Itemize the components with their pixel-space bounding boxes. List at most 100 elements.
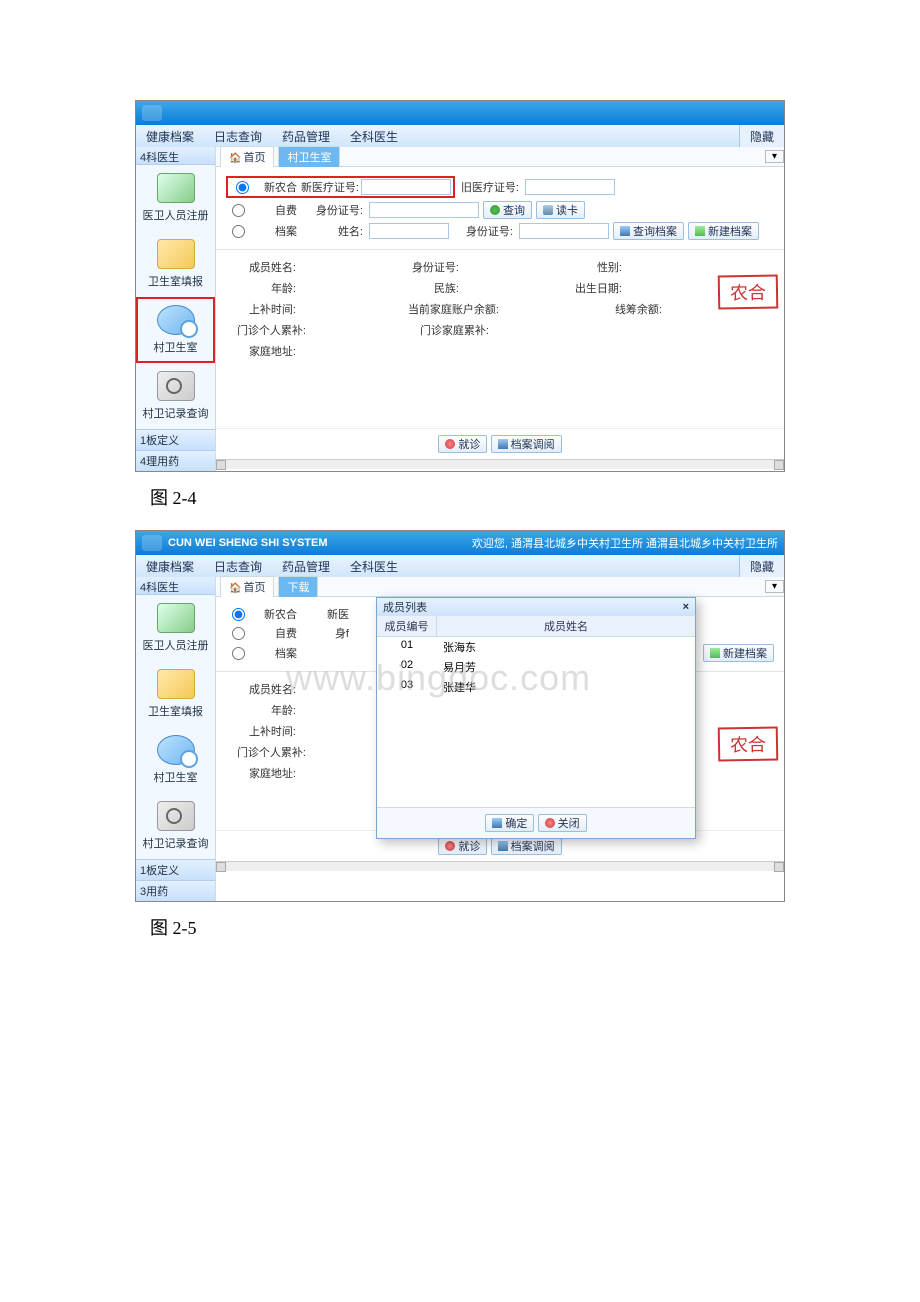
screenshot-figure-2-5: CUN WEI SHENG SHI SYSTEM 欢迎您, 通渭县北城乡中关村卫…: [135, 530, 785, 902]
doc-search-icon: [620, 226, 630, 236]
query-button[interactable]: 查询: [483, 201, 532, 219]
radio-xinnonghe[interactable]: [236, 181, 249, 194]
member-row[interactable]: 01张海东: [377, 637, 695, 657]
hide-button[interactable]: 隐藏: [739, 125, 784, 147]
dialog-title: 成员列表: [383, 599, 427, 615]
footer-buttons: 就诊 档案调阅: [216, 428, 784, 459]
sidebar-item-label: 医卫人员注册: [138, 207, 213, 223]
sidebar-item-village-clinic[interactable]: 村卫生室: [136, 727, 215, 793]
new-archive-button[interactable]: 新建档案: [703, 644, 774, 662]
search-form: 新农合 新医疗证号: 旧医疗证号: 自费 身份证号: 查询 读卡: [216, 167, 784, 249]
horizontal-scrollbar[interactable]: [216, 459, 784, 469]
sidebar-item-report[interactable]: 卫生室填报: [136, 231, 215, 297]
scroll-right-icon[interactable]: [774, 862, 784, 872]
sidebar: 4科医生 医卫人员注册 卫生室填报 村卫生室 村卫记录查询 1板定义 4理用药: [136, 147, 216, 471]
label-new-medical-no: 新医疗证号:: [299, 179, 359, 195]
dialog-close-button[interactable]: 关闭: [538, 814, 587, 832]
sidebar-bottom-1[interactable]: 1板定义: [136, 859, 215, 880]
sidebar-bottom-2[interactable]: 3用药: [136, 880, 215, 901]
menu-drug-manage[interactable]: 药品管理: [272, 128, 340, 145]
menu-drug-manage[interactable]: 药品管理: [272, 558, 340, 575]
menu-log-query[interactable]: 日志查询: [204, 558, 272, 575]
input-id-no-2[interactable]: [519, 223, 609, 239]
hide-button[interactable]: 隐藏: [739, 555, 784, 577]
sidebar-item-record-query[interactable]: 村卫记录查询: [136, 363, 215, 429]
tab-dropdown[interactable]: ▾: [765, 580, 784, 593]
sidebar-item-label: 医卫人员注册: [138, 637, 213, 653]
sidebar-item-label: 村卫记录查询: [138, 405, 213, 421]
member-row[interactable]: 02易月芳: [377, 657, 695, 677]
menu-log-query[interactable]: 日志查询: [204, 128, 272, 145]
radio-archive-label: 档案: [251, 645, 297, 661]
app-logo-icon: [142, 535, 162, 551]
menu-general-doctor[interactable]: 全科医生: [340, 128, 408, 145]
radio-archive[interactable]: [232, 225, 245, 238]
input-new-medical-no[interactable]: [361, 179, 451, 195]
input-id-no[interactable]: [369, 202, 479, 218]
tab-village-clinic[interactable]: 村卫生室: [278, 146, 340, 167]
label-id-no-2: 身份证号:: [453, 223, 513, 239]
doc-icon: [498, 439, 508, 449]
horizontal-scrollbar[interactable]: [216, 861, 784, 871]
sidebar-item-label: 村卫记录查询: [138, 835, 213, 851]
archive-view-button[interactable]: 档案调阅: [491, 837, 562, 855]
tab-home[interactable]: 首页: [220, 146, 274, 167]
sidebar-item-record-query[interactable]: 村卫记录查询: [136, 793, 215, 859]
scroll-right-icon[interactable]: [774, 460, 784, 470]
radio-xinnonghe-label: 新农合: [251, 179, 297, 195]
input-name[interactable]: [369, 223, 449, 239]
dialog-ok-button[interactable]: 确定: [485, 814, 534, 832]
highlight-new-medical-no: 新农合 新医疗证号:: [226, 176, 455, 198]
content-area: 首页 村卫生室 ▾ 新农合 新医疗证号: 旧医疗证号: 自: [216, 147, 784, 471]
input-old-medical-no[interactable]: [525, 179, 615, 195]
tab-dropdown[interactable]: ▾: [765, 150, 784, 163]
sidebar-item-report[interactable]: 卫生室填报: [136, 661, 215, 727]
radio-selfpay[interactable]: [232, 627, 245, 640]
sidebar-item-village-clinic[interactable]: 村卫生室: [136, 297, 215, 363]
sidebar-bottom-2[interactable]: 4理用药: [136, 450, 215, 471]
sidebar-item-register[interactable]: 医卫人员注册: [136, 165, 215, 231]
member-list-dialog: 成员列表 × 成员编号 成员姓名 01张海东 02易月芳 03张建华 确定 关闭: [376, 597, 696, 839]
visit-button[interactable]: 就诊: [438, 435, 487, 453]
member-row[interactable]: 03张建华: [377, 677, 695, 697]
sidebar-item-register[interactable]: 医卫人员注册: [136, 595, 215, 661]
screenshot-figure-2-4: 健康档案 日志查询 药品管理 全科医生 隐藏 4科医生 医卫人员注册 卫生室填报…: [135, 100, 785, 472]
tab-bar: 首页 村卫生室 ▾: [216, 147, 784, 167]
content-area: 首页 下载 ▾ 新农合 新医 自费 身f 档案: [216, 577, 784, 901]
dialog-close-icon[interactable]: ×: [683, 601, 689, 613]
archive-view-button[interactable]: 档案调阅: [491, 435, 562, 453]
read-card-button[interactable]: 读卡: [536, 201, 585, 219]
radio-xinnonghe[interactable]: [232, 608, 245, 621]
caption-2-4: 图 2-4: [0, 472, 920, 530]
col-member-no: 成员编号: [377, 616, 437, 636]
scroll-left-icon[interactable]: [216, 460, 226, 470]
sidebar-bottom-1[interactable]: 1板定义: [136, 429, 215, 450]
new-archive-button[interactable]: 新建档案: [688, 222, 759, 240]
radio-archive[interactable]: [232, 647, 245, 660]
menu-health-archive[interactable]: 健康档案: [136, 558, 204, 575]
card-icon: [543, 205, 553, 215]
radio-selfpay-label: 自费: [251, 625, 297, 641]
plus-icon: [445, 439, 455, 449]
query-archive-button[interactable]: 查询档案: [613, 222, 684, 240]
visit-button[interactable]: 就诊: [438, 837, 487, 855]
stamp-nonghe: 农合: [718, 726, 779, 761]
menu-health-archive[interactable]: 健康档案: [136, 128, 204, 145]
title-bar: CUN WEI SHENG SHI SYSTEM 欢迎您, 通渭县北城乡中关村卫…: [136, 531, 784, 555]
tab-home[interactable]: 首页: [220, 576, 274, 597]
close-icon: [545, 818, 555, 828]
label-id-no: 身份证号:: [303, 202, 363, 218]
doc-new-icon: [695, 226, 705, 236]
doc-icon: [498, 841, 508, 851]
app-logo-icon: [142, 105, 162, 121]
col-member-name: 成员姓名: [437, 616, 695, 636]
tab-download[interactable]: 下载: [278, 576, 318, 597]
search-icon: [157, 371, 195, 401]
sidebar-item-label: 村卫生室: [138, 769, 213, 785]
radio-selfpay[interactable]: [232, 204, 245, 217]
menu-general-doctor[interactable]: 全科医生: [340, 558, 408, 575]
laptop-icon: [157, 603, 195, 633]
scroll-left-icon[interactable]: [216, 862, 226, 872]
stamp-nonghe: 农合: [718, 274, 779, 309]
member-info: 成员姓名:身份证号:性别: 年龄:民族:出生日期: 上补时间:当前家庭账户余额:…: [216, 249, 784, 368]
